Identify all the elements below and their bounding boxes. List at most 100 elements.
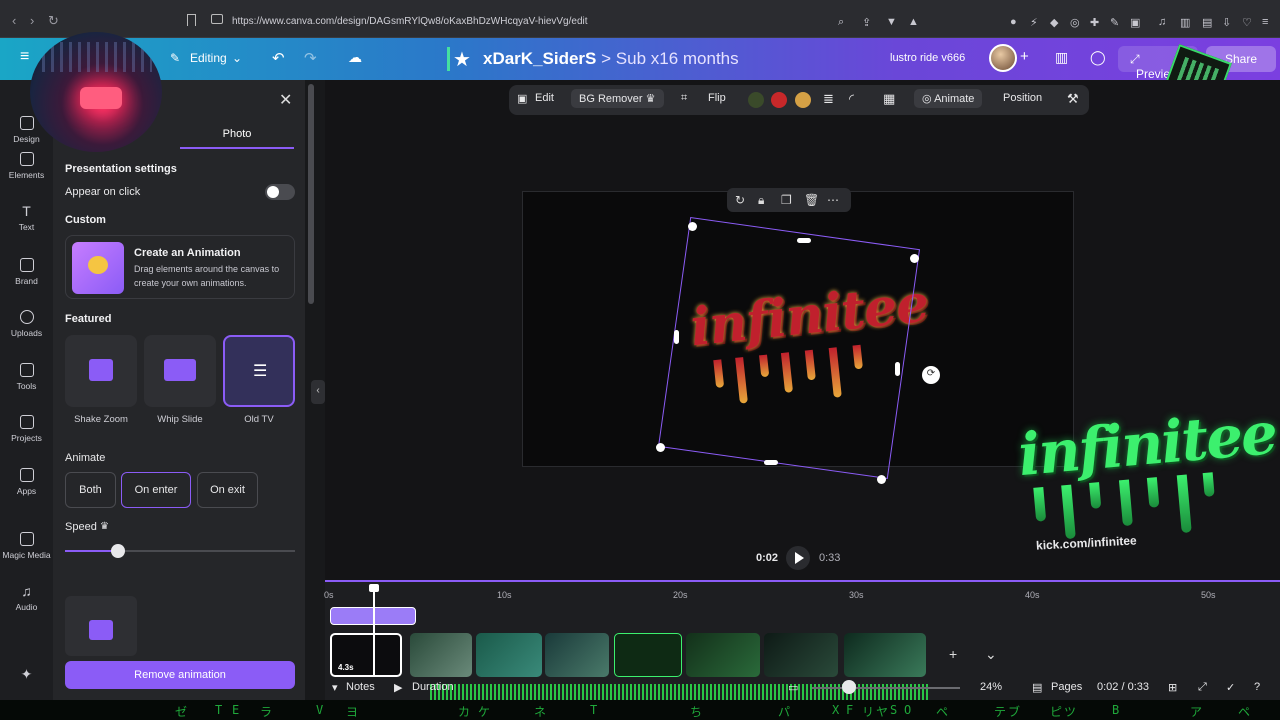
warning-icon[interactable]: ▲ bbox=[908, 16, 919, 28]
extension-icon[interactable]: ● bbox=[1010, 16, 1017, 28]
rail-item-magic-media[interactable]: Magic Media bbox=[0, 532, 53, 560]
position-button[interactable]: Position bbox=[1003, 92, 1042, 104]
selection-box[interactable] bbox=[657, 216, 921, 480]
collapse-panel-button[interactable]: ‹ bbox=[311, 380, 325, 404]
animate-on-exit-button[interactable]: On exit bbox=[197, 472, 258, 508]
speed-slider-handle[interactable] bbox=[110, 544, 125, 558]
animate-button[interactable]: ◎ Animate bbox=[914, 89, 983, 108]
featured-shake-zoom[interactable] bbox=[65, 335, 137, 407]
add-member-button[interactable]: + bbox=[1020, 48, 1029, 65]
extension-icon[interactable]: ◆ bbox=[1050, 16, 1058, 29]
extension-icon[interactable]: ⚡ bbox=[1030, 16, 1038, 29]
undo-icon[interactable]: ↶ bbox=[272, 49, 285, 67]
site-settings-icon[interactable] bbox=[211, 14, 223, 24]
grid-view-icon[interactable]: ⊞ bbox=[1168, 681, 1177, 694]
check-icon[interactable]: ✓ bbox=[1226, 681, 1235, 694]
main-menu-icon[interactable]: ≡ bbox=[20, 48, 29, 66]
duration-button[interactable]: Duration bbox=[412, 681, 454, 693]
resize-handle[interactable] bbox=[895, 362, 900, 376]
redo-icon[interactable]: ↷ bbox=[304, 49, 317, 67]
rail-item-uploads[interactable]: Uploads bbox=[0, 310, 53, 338]
rail-item-tools[interactable]: Tools bbox=[0, 363, 53, 391]
featured-whip-slide[interactable] bbox=[144, 335, 216, 407]
rotate-handle[interactable]: ⟳ bbox=[922, 366, 940, 384]
rail-item-projects[interactable]: Projects bbox=[0, 415, 53, 443]
design-title[interactable]: xDarK_SiderS > Sub x16 months bbox=[483, 49, 739, 69]
zoom-slider-handle[interactable] bbox=[842, 680, 856, 694]
more-icon[interactable]: ⋯ bbox=[827, 193, 839, 207]
fullscreen-icon[interactable]: ⤢ bbox=[1198, 681, 1207, 694]
zoom-level[interactable]: 24% bbox=[980, 681, 1002, 693]
cloud-save-icon[interactable]: ☁ bbox=[348, 49, 362, 66]
resize-handle[interactable] bbox=[797, 238, 811, 243]
animate-on-enter-button[interactable]: On enter bbox=[121, 472, 191, 508]
help-icon[interactable]: ? bbox=[1254, 681, 1260, 693]
color-swatch[interactable] bbox=[748, 92, 764, 108]
resize-handle[interactable] bbox=[674, 330, 679, 344]
timeline-clip[interactable] bbox=[764, 633, 838, 677]
team-name[interactable]: lustro ride v666 bbox=[890, 52, 965, 64]
extension-icon[interactable]: ◎ bbox=[1070, 16, 1080, 29]
transparency-icon[interactable]: ▦ bbox=[883, 91, 895, 107]
add-page-icon[interactable]: + bbox=[949, 646, 957, 662]
resize-handle[interactable] bbox=[688, 222, 697, 231]
menu-icon[interactable]: ≡ bbox=[1262, 16, 1268, 28]
music-icon[interactable]: ♫ bbox=[1158, 16, 1166, 28]
timeline-clip[interactable] bbox=[844, 633, 926, 677]
forward-icon[interactable]: › bbox=[30, 13, 34, 28]
color-swatch[interactable] bbox=[771, 92, 787, 108]
panel-scrollbar[interactable] bbox=[308, 84, 314, 304]
pages-button[interactable]: Pages bbox=[1051, 681, 1082, 693]
regenerate-icon[interactable]: ↻ bbox=[735, 193, 745, 207]
paint-roller-icon[interactable]: ⚒ bbox=[1067, 91, 1079, 107]
extension-icon[interactable]: ✚ bbox=[1090, 16, 1099, 29]
timeline-clip[interactable] bbox=[476, 633, 542, 677]
corner-rounding-icon[interactable]: ◜ bbox=[849, 91, 854, 107]
timeline-clip[interactable] bbox=[410, 633, 472, 677]
rail-item-text[interactable]: T Text bbox=[0, 204, 53, 232]
editing-mode-button[interactable]: Editing bbox=[190, 51, 227, 65]
download-icon[interactable]: ⇩ bbox=[1222, 16, 1231, 29]
flip-button[interactable]: Flip bbox=[708, 92, 726, 104]
lines-icon[interactable]: ≣ bbox=[823, 91, 834, 107]
edit-button[interactable]: Edit bbox=[535, 92, 554, 104]
avatar[interactable] bbox=[989, 44, 1017, 72]
animate-both-button[interactable]: Both bbox=[65, 472, 116, 508]
delete-icon[interactable]: 🗑︎ bbox=[804, 193, 819, 207]
chevron-down-icon[interactable]: ⌄ bbox=[232, 51, 242, 65]
remove-animation-button[interactable]: Remove animation bbox=[65, 661, 295, 689]
wallet-icon[interactable]: ▤ bbox=[1202, 16, 1212, 29]
bg-remover-button[interactable]: BG Remover ♛ bbox=[571, 89, 664, 108]
featured-old-tv[interactable]: ☰ bbox=[223, 335, 295, 407]
zoom-icon[interactable]: ⌕ bbox=[838, 16, 844, 29]
lock-icon[interactable]: 🔒︎ bbox=[758, 193, 764, 208]
fit-icon[interactable]: ▭ bbox=[788, 681, 798, 694]
bookmark-icon[interactable] bbox=[187, 14, 196, 26]
timeline-clip[interactable] bbox=[686, 633, 760, 677]
resize-handle[interactable] bbox=[764, 460, 778, 465]
reload-icon[interactable]: ↻ bbox=[48, 13, 59, 29]
resize-handle[interactable] bbox=[656, 443, 665, 452]
crop-icon[interactable]: ⌗ bbox=[681, 92, 687, 105]
close-icon[interactable]: ✕ bbox=[279, 90, 292, 110]
animation-preset-card[interactable] bbox=[65, 596, 137, 656]
duplicate-icon[interactable]: ❐ bbox=[781, 193, 792, 207]
magic-assistant-button[interactable]: ✦ bbox=[0, 666, 53, 683]
analytics-icon[interactable]: ▥ bbox=[1055, 49, 1068, 66]
resize-handle[interactable] bbox=[910, 254, 919, 263]
tab-photo[interactable]: Photo bbox=[180, 128, 294, 149]
resize-handle[interactable] bbox=[877, 475, 886, 484]
extension-icon[interactable]: ✎ bbox=[1110, 16, 1119, 29]
star-icon[interactable]: ★ bbox=[453, 47, 471, 72]
timeline-clip[interactable] bbox=[545, 633, 609, 677]
notes-button[interactable]: Notes bbox=[346, 681, 375, 693]
rail-item-apps[interactable]: Apps bbox=[0, 468, 53, 496]
zoom-slider-track[interactable] bbox=[812, 687, 960, 689]
heart-icon[interactable]: ♡ bbox=[1242, 16, 1252, 29]
appear-on-click-toggle[interactable] bbox=[265, 184, 295, 200]
color-swatch[interactable] bbox=[795, 92, 811, 108]
rail-item-audio[interactable]: ♫ Audio bbox=[0, 584, 53, 612]
timeline-clip[interactable] bbox=[614, 633, 682, 677]
rail-item-brand[interactable]: Brand bbox=[0, 258, 53, 286]
chevron-down-icon[interactable]: ⌄ bbox=[985, 646, 997, 663]
